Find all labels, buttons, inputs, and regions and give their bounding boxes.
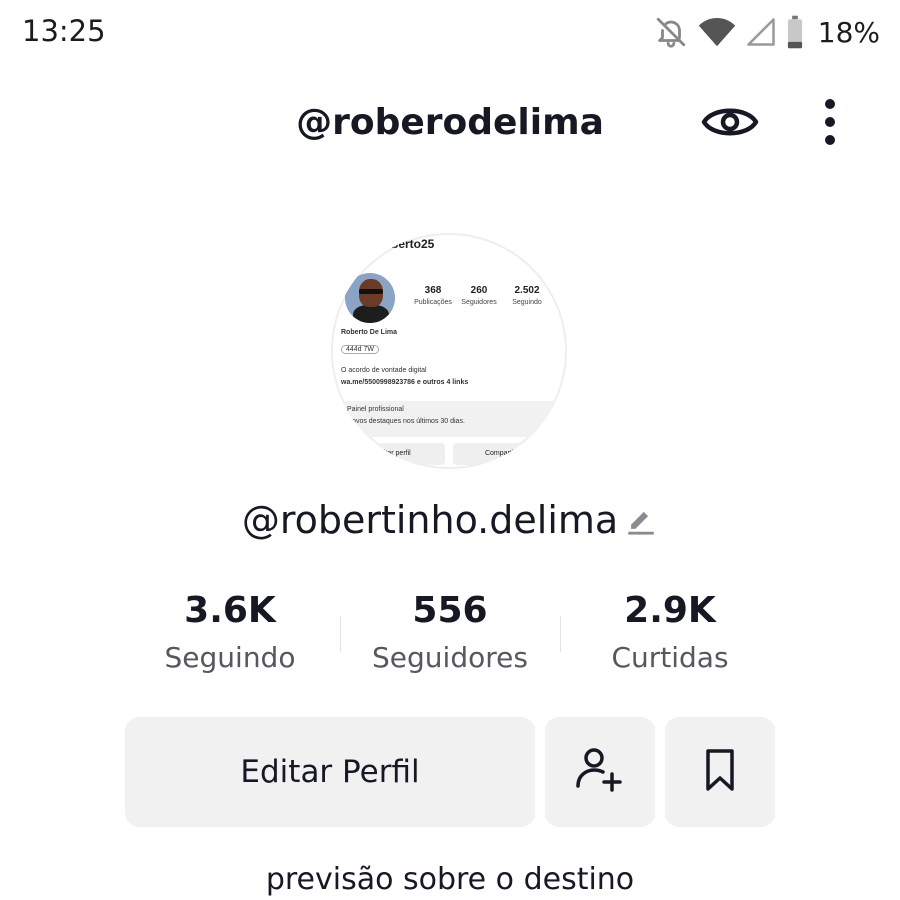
stat-followers[interactable]: 556 Seguidores xyxy=(340,588,560,680)
avatar-edit-button: Editar perfil xyxy=(341,443,445,465)
bell-muted-icon xyxy=(654,15,688,49)
wifi-icon xyxy=(698,17,736,47)
status-time: 13:25 xyxy=(22,14,106,48)
status-icons: 18% xyxy=(654,12,880,52)
profile-header: @roberodelima xyxy=(0,90,900,160)
avatar-handle: berto25 xyxy=(391,237,435,251)
add-friend-icon xyxy=(574,744,626,800)
avatar-stat-value: 260 xyxy=(470,285,488,296)
bookmark-icon xyxy=(700,747,740,797)
battery-icon xyxy=(786,15,804,49)
add-friends-button[interactable] xyxy=(545,717,655,827)
eye-icon xyxy=(701,102,759,146)
avatar-name: Roberto De Lima xyxy=(341,329,398,336)
battery-percentage: 18% xyxy=(817,15,880,49)
stat-value: 556 xyxy=(412,590,488,631)
favorites-button[interactable] xyxy=(665,717,775,827)
profile-handle-text: @robertinho.delima xyxy=(241,498,619,542)
profile-handle: @robertinho.delima xyxy=(0,498,900,545)
avatar-promo-text: Novos destaques nos últimos 30 dias. xyxy=(347,418,465,425)
avatar-threads-badge: 444d 7W xyxy=(341,345,380,354)
edit-profile-button[interactable]: Editar Perfil xyxy=(125,717,535,827)
stat-label: Seguindo xyxy=(164,641,296,674)
avatar-link: wa.me/5500998923786 e outros 4 links xyxy=(341,379,469,386)
stat-likes[interactable]: 2.9K Curtidas xyxy=(560,588,780,680)
avatar-stat-label: Seguindo xyxy=(512,299,542,306)
profile-views-button[interactable] xyxy=(700,98,760,150)
avatar-bio: O acordo de vontade digital xyxy=(341,367,427,374)
avatar-stat-label: Seguidores xyxy=(461,299,497,306)
stat-label: Seguidores xyxy=(372,641,528,674)
stat-value: 2.9K xyxy=(624,590,716,631)
avatar-stat-value: 2.502 xyxy=(514,285,540,296)
avatar-promo-title: Painel profissional xyxy=(347,406,404,413)
avatar-image: berto25 368 Publicações 260 Seguidores 2… xyxy=(331,233,567,469)
profile-stats: 3.6K Seguindo 556 Seguidores 2.9K Curtid… xyxy=(120,588,780,688)
profile-avatar[interactable]: berto25 368 Publicações 260 Seguidores 2… xyxy=(331,233,567,469)
status-bar: 13:25 18% xyxy=(0,0,900,64)
avatar-promo: Painel profissional Novos destaques nos … xyxy=(339,401,559,437)
stat-label: Curtidas xyxy=(611,641,729,674)
stat-following[interactable]: 3.6K Seguindo xyxy=(120,588,340,680)
more-vertical-icon xyxy=(823,97,837,151)
stat-value: 3.6K xyxy=(184,590,276,631)
header-username: @roberodelima xyxy=(296,102,604,143)
more-options-button[interactable] xyxy=(808,96,852,152)
signal-icon xyxy=(746,17,776,47)
avatar-stat-label: Publicações xyxy=(414,299,452,306)
avatar-share-button: Compartilhar xyxy=(453,443,557,465)
avatar-stat-value: 368 xyxy=(424,285,442,296)
avatar-photo xyxy=(345,273,395,323)
pencil-icon[interactable] xyxy=(624,501,658,545)
profile-bio: previsão sobre o destino xyxy=(265,862,635,897)
